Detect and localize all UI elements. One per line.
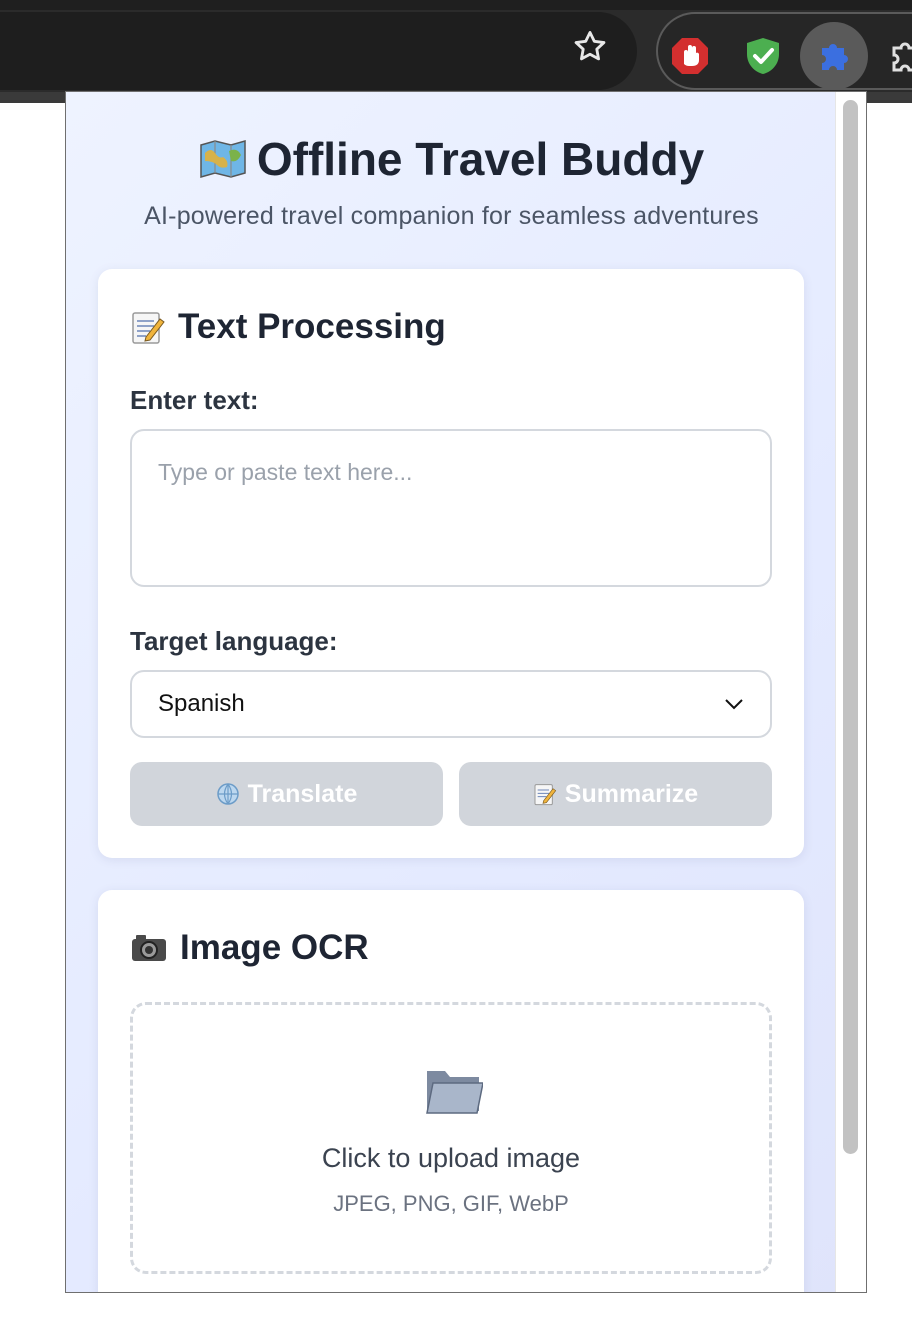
image-ocr-card: Image OCR Click to upload image JPEG, PN…: [98, 890, 804, 1292]
popup-scrollbar[interactable]: [835, 92, 866, 1292]
popup-title-text: Offline Travel Buddy: [256, 133, 705, 185]
upload-title: Click to upload image: [321, 1143, 581, 1173]
popup-title: Offline Travel Buddy: [66, 130, 837, 188]
chevron-down-icon: [725, 699, 743, 710]
image-ocr-heading: Image OCR: [130, 928, 369, 968]
image-upload-dropzone[interactable]: Click to upload image JPEG, PNG, GIF, We…: [130, 1002, 772, 1274]
popup-header: Offline Travel Buddy AI-powered travel c…: [66, 92, 837, 231]
globe-icon: [216, 783, 239, 805]
target-language-select[interactable]: Spanish: [130, 670, 772, 738]
folder-icon: [426, 1071, 483, 1114]
bookmark-star-icon[interactable]: [571, 28, 609, 66]
image-ocr-heading-text: Image OCR: [180, 928, 369, 967]
shield-check-icon[interactable]: [743, 36, 783, 76]
upload-formats: JPEG, PNG, GIF, WebP: [333, 1191, 569, 1216]
map-icon: [200, 140, 246, 178]
summarize-button-label: Summarize: [564, 779, 699, 808]
translate-button[interactable]: Translate: [130, 762, 443, 826]
extension-popup: Offline Travel Buddy AI-powered travel c…: [65, 91, 867, 1293]
address-bar[interactable]: [0, 12, 637, 90]
extensions-menu-icon[interactable]: [885, 36, 912, 76]
selected-language: Spanish: [158, 690, 245, 717]
browser-top-edge: [0, 0, 912, 10]
text-processing-heading-text: Text Processing: [178, 307, 446, 346]
enter-text-label: Enter text:: [130, 385, 259, 415]
translate-button-label: Translate: [247, 779, 358, 808]
scrollbar-thumb[interactable]: [843, 100, 858, 1154]
text-processing-card: Text Processing Enter text: Type or past…: [98, 269, 804, 858]
puzzle-extension-icon[interactable]: [813, 36, 853, 76]
memo-icon: [132, 312, 165, 344]
memo-icon: [534, 784, 556, 806]
target-language-label: Target language:: [130, 626, 338, 656]
popup-content: Offline Travel Buddy AI-powered travel c…: [66, 92, 837, 1292]
adblock-icon[interactable]: [670, 36, 710, 76]
text-input-placeholder: Type or paste text here...: [158, 459, 413, 485]
popup-subtitle: AI-powered travel companion for seamless…: [144, 202, 759, 230]
text-processing-heading: Text Processing: [130, 307, 446, 347]
text-input[interactable]: Type or paste text here...: [130, 429, 772, 587]
camera-icon: [132, 935, 166, 961]
summarize-button[interactable]: Summarize: [459, 762, 772, 826]
